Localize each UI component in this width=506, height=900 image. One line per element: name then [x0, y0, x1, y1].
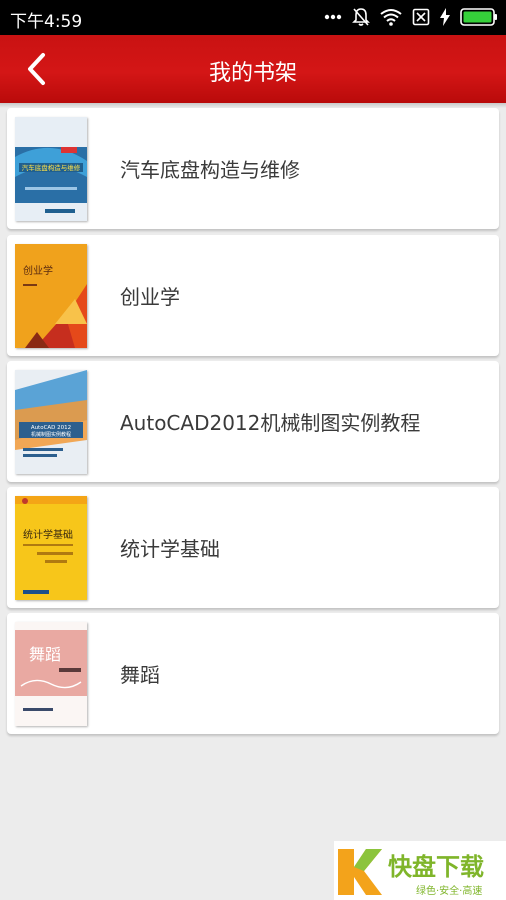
- page-title: 我的书架: [208, 61, 297, 86]
- svg-text:机械制图实例教程: 机械制图实例教程: [31, 431, 71, 438]
- svg-text:汽车底盘构造与维修: 汽车底盘构造与维修: [22, 163, 81, 172]
- charging-icon: [440, 8, 450, 26]
- wifi-icon: [380, 8, 402, 26]
- book-card[interactable]: 创业学 创业学: [7, 235, 499, 356]
- svg-text:统计学基础: 统计学基础: [23, 528, 73, 541]
- status-icons: [324, 6, 498, 28]
- book-title: 汽车底盘构造与维修: [120, 158, 300, 182]
- book-title: 统计学基础: [120, 537, 220, 561]
- book-cover: 舞蹈: [15, 622, 87, 726]
- status-bar: 下午4:59: [0, 0, 506, 35]
- svg-text:快盘下载: 快盘下载: [388, 853, 484, 881]
- book-card[interactable]: 统计学基础 统计学基础: [7, 487, 499, 608]
- book-card[interactable]: 汽车底盘构造与维修 汽车底盘构造与维修: [7, 108, 499, 229]
- book-cover: 汽车底盘构造与维修: [15, 117, 87, 221]
- status-time: 下午4:59: [10, 12, 83, 32]
- svg-text:创业学: 创业学: [23, 264, 53, 277]
- sim-off-icon: [412, 8, 430, 26]
- book-title: 创业学: [120, 285, 180, 309]
- app-bar: 我的书架: [0, 35, 506, 103]
- svg-text:绿色·安全·高速: 绿色·安全·高速: [416, 884, 482, 897]
- notification-off-icon: [352, 7, 370, 27]
- more-dots-icon: [324, 14, 342, 20]
- book-cover: 统计学基础: [15, 496, 87, 600]
- book-title: 舞蹈: [120, 663, 160, 687]
- book-title: AutoCAD2012机械制图实例教程: [120, 411, 421, 435]
- book-card[interactable]: 舞蹈 舞蹈: [7, 613, 499, 734]
- svg-text:AutoCAD 2012: AutoCAD 2012: [31, 425, 71, 431]
- battery-icon: [460, 8, 498, 26]
- book-cover: 创业学: [15, 244, 87, 348]
- svg-text:舞蹈: 舞蹈: [29, 645, 61, 664]
- book-card[interactable]: AutoCAD 2012 机械制图实例教程 AutoCAD2012机械制图实例教…: [7, 361, 499, 482]
- watermark-logo: 快盘下载 绿色·安全·高速: [334, 841, 506, 900]
- book-cover: AutoCAD 2012 机械制图实例教程: [15, 370, 87, 474]
